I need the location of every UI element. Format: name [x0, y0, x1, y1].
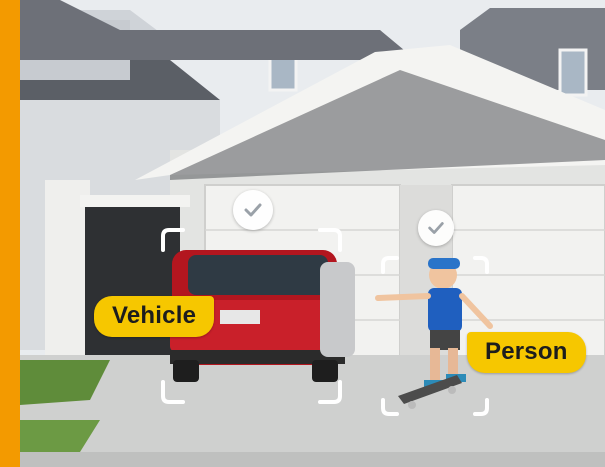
vehicle-label: Vehicle: [94, 296, 215, 337]
accent-bar: [0, 0, 20, 467]
detection-banner: Vehicle Person: [0, 0, 605, 467]
vehicle-check-icon: [233, 190, 273, 230]
person-check-icon: [418, 210, 454, 246]
person-label: Person: [467, 332, 586, 373]
scene-illustration: [20, 0, 605, 467]
